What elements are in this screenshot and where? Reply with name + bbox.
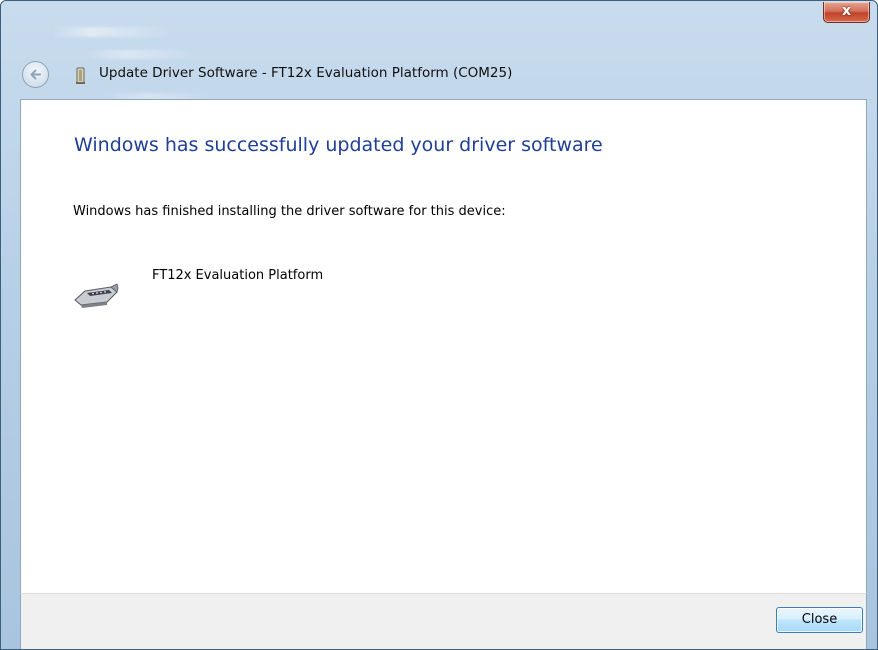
window-title: Update Driver Software - FT12x Evaluatio… [99,65,513,81]
serial-port-icon [74,283,119,308]
close-icon: x [841,3,852,19]
device-name-label: FT12x Evaluation Platform [152,268,324,283]
back-button[interactable] [22,61,49,88]
success-heading: Windows has successfully updated your dr… [74,134,603,156]
content-area: Windows has successfully updated your dr… [20,99,867,593]
dialog-header: Update Driver Software - FT12x Evaluatio… [1,59,877,93]
serial-port-icon [76,67,85,84]
dialog-footer: Close [20,593,867,649]
window-close-button[interactable]: x [823,2,870,23]
status-message: Windows has finished installing the driv… [73,204,506,219]
update-driver-dialog: x Update Driver Software - FT12x Evaluat… [0,0,878,650]
close-button[interactable]: Close [776,607,863,633]
back-arrow-icon [30,69,41,80]
